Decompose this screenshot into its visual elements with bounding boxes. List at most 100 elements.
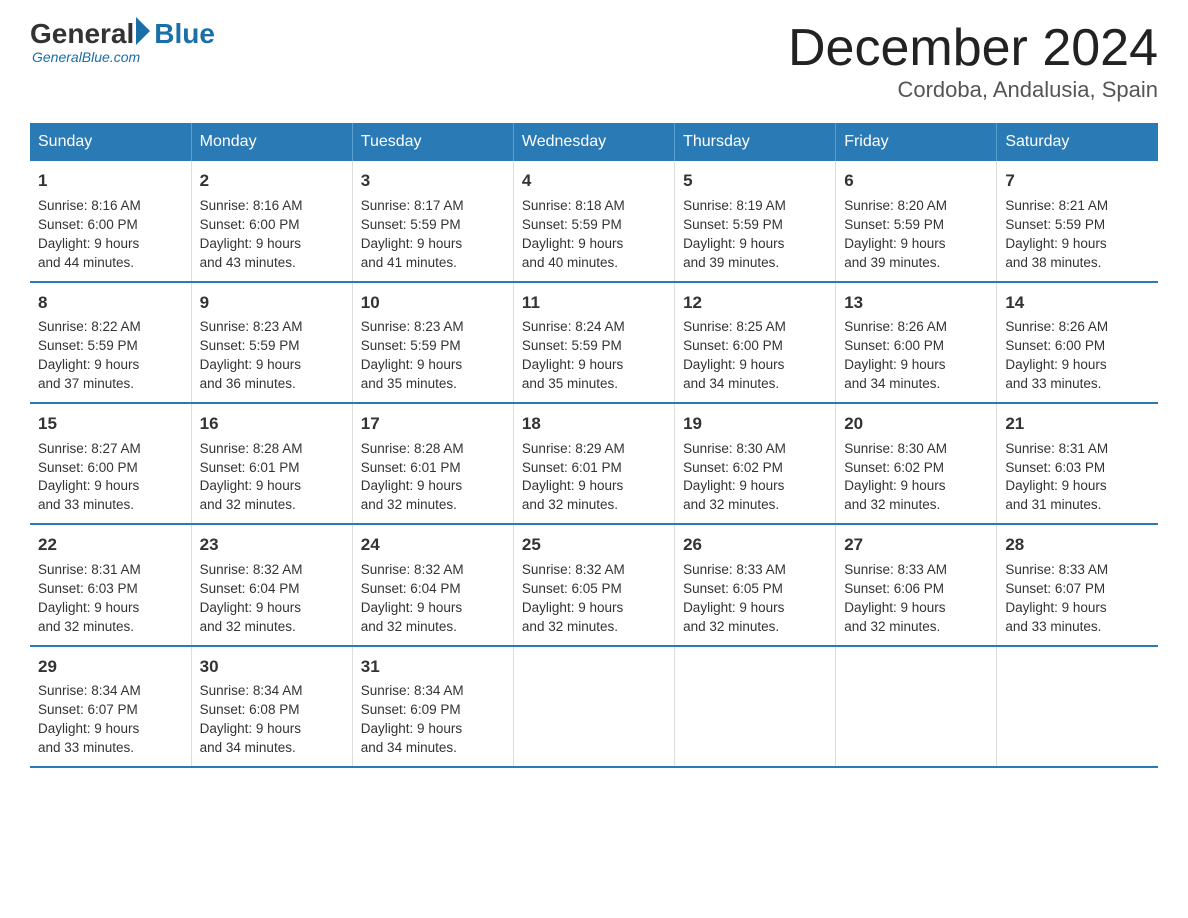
day-number: 16: [200, 412, 344, 436]
day-number: 22: [38, 533, 183, 557]
day-number: 14: [1005, 291, 1150, 315]
calendar-cell: 29Sunrise: 8:34 AM Sunset: 6:07 PM Dayli…: [30, 646, 191, 767]
logo: General Blue GeneralBlue.com: [30, 20, 215, 64]
day-info: Sunrise: 8:32 AM Sunset: 6:05 PM Dayligh…: [522, 561, 666, 637]
day-number: 2: [200, 169, 344, 193]
day-info: Sunrise: 8:28 AM Sunset: 6:01 PM Dayligh…: [200, 440, 344, 516]
day-number: 17: [361, 412, 505, 436]
day-info: Sunrise: 8:17 AM Sunset: 5:59 PM Dayligh…: [361, 197, 505, 273]
calendar-cell: 11 Sunrise: 8:24 AM Sunset: 5:59 PM Dayli…: [513, 282, 674, 403]
logo-blue-text: Blue: [154, 20, 215, 48]
day-number: 1: [38, 169, 183, 193]
day-number: 10: [361, 291, 505, 315]
day-info: Sunrise: 8:29 AM Sunset: 6:01 PM Dayligh…: [522, 440, 666, 516]
page-subtitle: Cordoba, Andalusia, Spain: [788, 77, 1158, 103]
day-number: 13: [844, 291, 988, 315]
calendar-cell: [513, 646, 674, 767]
day-number: 8: [38, 291, 183, 315]
day-info: Sunrise: 8:33 AM Sunset: 6:06 PM Dayligh…: [844, 561, 988, 637]
calendar-cell: 21 Sunrise: 8:31 AM Sunset: 6:03 PM Dayli…: [997, 403, 1158, 524]
day-info: Sunrise: 8:20 AM Sunset: 5:59 PM Dayligh…: [844, 197, 988, 273]
calendar-cell: 14 Sunrise: 8:26 AM Sunset: 6:00 PM Dayli…: [997, 282, 1158, 403]
day-number: 23: [200, 533, 344, 557]
calendar-cell: 24Sunrise: 8:32 AM Sunset: 6:04 PM Dayli…: [352, 524, 513, 645]
calendar-cell: 25 Sunrise: 8:32 AM Sunset: 6:05 PM Dayli…: [513, 524, 674, 645]
logo-subtitle: GeneralBlue.com: [32, 50, 140, 64]
day-info: Sunrise: 8:16 AM Sunset: 6:00 PM Dayligh…: [200, 197, 344, 273]
calendar-cell: 10Sunrise: 8:23 AM Sunset: 5:59 PM Dayli…: [352, 282, 513, 403]
day-info: Sunrise: 8:32 AM Sunset: 6:04 PM Dayligh…: [200, 561, 344, 637]
header-cell-saturday: Saturday: [997, 123, 1158, 161]
day-number: 29: [38, 655, 183, 679]
day-info: Sunrise: 8:16 AM Sunset: 6:00 PM Dayligh…: [38, 197, 183, 273]
calendar-body: 1 Sunrise: 8:16 AM Sunset: 6:00 PM Daylig…: [30, 161, 1158, 767]
calendar-cell: 26 Sunrise: 8:33 AM Sunset: 6:05 PM Dayli…: [675, 524, 836, 645]
logo-arrow-icon: [136, 17, 150, 45]
page-title: December 2024: [788, 20, 1158, 77]
calendar-cell: [997, 646, 1158, 767]
day-info: Sunrise: 8:30 AM Sunset: 6:02 PM Dayligh…: [683, 440, 827, 516]
day-number: 27: [844, 533, 988, 557]
day-number: 26: [683, 533, 827, 557]
day-info: Sunrise: 8:33 AM Sunset: 6:05 PM Dayligh…: [683, 561, 827, 637]
day-number: 31: [361, 655, 505, 679]
calendar-cell: 19 Sunrise: 8:30 AM Sunset: 6:02 PM Dayli…: [675, 403, 836, 524]
day-number: 12: [683, 291, 827, 315]
header-row: SundayMondayTuesdayWednesdayThursdayFrid…: [30, 123, 1158, 161]
calendar-week-row: 22 Sunrise: 8:31 AM Sunset: 6:03 PM Dayli…: [30, 524, 1158, 645]
calendar-cell: 27 Sunrise: 8:33 AM Sunset: 6:06 PM Dayli…: [836, 524, 997, 645]
calendar-cell: 1 Sunrise: 8:16 AM Sunset: 6:00 PM Daylig…: [30, 161, 191, 281]
calendar-cell: 16 Sunrise: 8:28 AM Sunset: 6:01 PM Dayli…: [191, 403, 352, 524]
header-cell-thursday: Thursday: [675, 123, 836, 161]
header-cell-sunday: Sunday: [30, 123, 191, 161]
calendar-cell: 31 Sunrise: 8:34 AM Sunset: 6:09 PM Dayli…: [352, 646, 513, 767]
header-cell-tuesday: Tuesday: [352, 123, 513, 161]
day-info: Sunrise: 8:22 AM Sunset: 5:59 PM Dayligh…: [38, 318, 183, 394]
day-number: 4: [522, 169, 666, 193]
day-info: Sunrise: 8:32 AM Sunset: 6:04 PM Dayligh…: [361, 561, 505, 637]
day-number: 6: [844, 169, 988, 193]
day-info: Sunrise: 8:31 AM Sunset: 6:03 PM Dayligh…: [38, 561, 183, 637]
day-info: Sunrise: 8:30 AM Sunset: 6:02 PM Dayligh…: [844, 440, 988, 516]
day-info: Sunrise: 8:19 AM Sunset: 5:59 PM Dayligh…: [683, 197, 827, 273]
calendar-week-row: 15 Sunrise: 8:27 AM Sunset: 6:00 PM Dayli…: [30, 403, 1158, 524]
calendar-cell: 3 Sunrise: 8:17 AM Sunset: 5:59 PM Daylig…: [352, 161, 513, 281]
header-cell-monday: Monday: [191, 123, 352, 161]
calendar-cell: 7 Sunrise: 8:21 AM Sunset: 5:59 PM Daylig…: [997, 161, 1158, 281]
calendar-cell: 2 Sunrise: 8:16 AM Sunset: 6:00 PM Daylig…: [191, 161, 352, 281]
day-number: 19: [683, 412, 827, 436]
day-info: Sunrise: 8:28 AM Sunset: 6:01 PM Dayligh…: [361, 440, 505, 516]
day-number: 30: [200, 655, 344, 679]
day-info: Sunrise: 8:21 AM Sunset: 5:59 PM Dayligh…: [1005, 197, 1150, 273]
calendar-cell: 13Sunrise: 8:26 AM Sunset: 6:00 PM Dayli…: [836, 282, 997, 403]
day-number: 15: [38, 412, 183, 436]
day-number: 11: [522, 291, 666, 315]
day-info: Sunrise: 8:34 AM Sunset: 6:08 PM Dayligh…: [200, 682, 344, 758]
calendar-cell: 15 Sunrise: 8:27 AM Sunset: 6:00 PM Dayli…: [30, 403, 191, 524]
day-number: 3: [361, 169, 505, 193]
calendar-cell: 28Sunrise: 8:33 AM Sunset: 6:07 PM Dayli…: [997, 524, 1158, 645]
day-info: Sunrise: 8:34 AM Sunset: 6:09 PM Dayligh…: [361, 682, 505, 758]
day-info: Sunrise: 8:26 AM Sunset: 6:00 PM Dayligh…: [1005, 318, 1150, 394]
day-number: 25: [522, 533, 666, 557]
day-info: Sunrise: 8:23 AM Sunset: 5:59 PM Dayligh…: [200, 318, 344, 394]
calendar-cell: 18Sunrise: 8:29 AM Sunset: 6:01 PM Dayli…: [513, 403, 674, 524]
page-header: General Blue GeneralBlue.com December 20…: [30, 20, 1158, 103]
calendar-cell: [675, 646, 836, 767]
day-info: Sunrise: 8:18 AM Sunset: 5:59 PM Dayligh…: [522, 197, 666, 273]
day-info: Sunrise: 8:33 AM Sunset: 6:07 PM Dayligh…: [1005, 561, 1150, 637]
day-number: 20: [844, 412, 988, 436]
calendar-table: SundayMondayTuesdayWednesdayThursdayFrid…: [30, 123, 1158, 768]
logo-general-text: General: [30, 20, 134, 48]
calendar-header: SundayMondayTuesdayWednesdayThursdayFrid…: [30, 123, 1158, 161]
calendar-cell: 4 Sunrise: 8:18 AM Sunset: 5:59 PM Daylig…: [513, 161, 674, 281]
day-info: Sunrise: 8:24 AM Sunset: 5:59 PM Dayligh…: [522, 318, 666, 394]
calendar-cell: 30 Sunrise: 8:34 AM Sunset: 6:08 PM Dayli…: [191, 646, 352, 767]
day-info: Sunrise: 8:31 AM Sunset: 6:03 PM Dayligh…: [1005, 440, 1150, 516]
day-info: Sunrise: 8:27 AM Sunset: 6:00 PM Dayligh…: [38, 440, 183, 516]
day-number: 21: [1005, 412, 1150, 436]
day-info: Sunrise: 8:25 AM Sunset: 6:00 PM Dayligh…: [683, 318, 827, 394]
header-cell-wednesday: Wednesday: [513, 123, 674, 161]
calendar-cell: 17 Sunrise: 8:28 AM Sunset: 6:01 PM Dayli…: [352, 403, 513, 524]
day-number: 7: [1005, 169, 1150, 193]
